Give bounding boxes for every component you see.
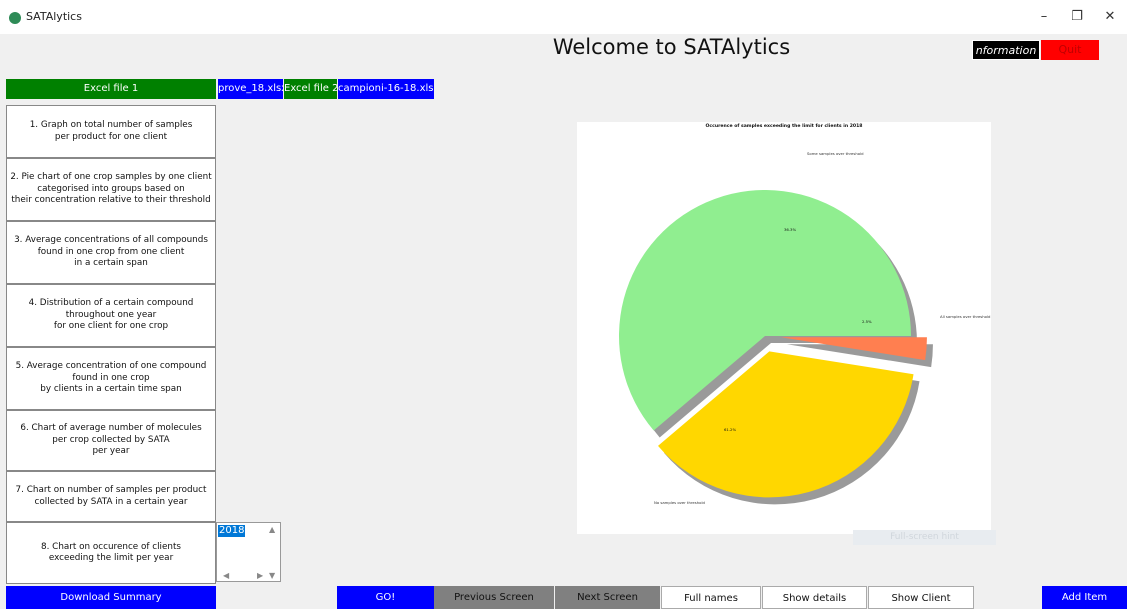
scroll-up-icon[interactable]: ▲: [269, 525, 275, 534]
next-screen-button[interactable]: Next Screen: [555, 586, 660, 609]
go-button[interactable]: GO!: [337, 586, 434, 609]
slice-label-all: All samples over threshold: [940, 314, 991, 319]
information-button[interactable]: nformation: [972, 40, 1040, 60]
chart-menu: 1. Graph on total number of samples per …: [6, 105, 216, 584]
scroll-left-icon[interactable]: ◀: [223, 571, 229, 580]
app-logo-icon: [9, 12, 21, 24]
minimize-icon[interactable]: –: [1030, 6, 1058, 28]
close-icon[interactable]: ✕: [1096, 6, 1124, 28]
excel-file-1-name: prove_18.xlsx: [218, 79, 283, 99]
pie-slice-all: [780, 337, 927, 361]
show-details-button[interactable]: Show details: [762, 586, 867, 609]
excel-file-1-button[interactable]: Excel file 1: [6, 79, 216, 99]
menu-item-7[interactable]: 7. Chart on number of samples per produc…: [6, 471, 216, 522]
fullscreen-hint: Full-screen hint: [853, 530, 996, 545]
year-option-selected[interactable]: 2018: [218, 525, 246, 537]
menu-item-3[interactable]: 3. Average concentrations of all compoun…: [6, 221, 216, 284]
menu-item-2[interactable]: 2. Pie chart of one crop samples by one …: [6, 158, 216, 221]
excel-file-2-name: campioni-16-18.xlsx: [338, 79, 434, 99]
scroll-right-icon[interactable]: ▶: [257, 571, 263, 580]
menu-item-8[interactable]: 8. Chart on occurence of clients exceedi…: [6, 522, 216, 584]
menu-item-5[interactable]: 5. Average concentration of one compound…: [6, 347, 216, 410]
slice-pct-all: 2.5%: [862, 319, 872, 324]
add-item-button[interactable]: Add Item: [1042, 586, 1127, 609]
download-summary-button[interactable]: Download Summary: [6, 586, 216, 609]
slice-pct-none: 61.2%: [724, 427, 737, 432]
excel-file-2-button[interactable]: Excel file 2: [284, 79, 337, 99]
slice-pct-some: 36.3%: [784, 227, 797, 232]
show-client-button[interactable]: Show Client: [868, 586, 974, 609]
full-names-button[interactable]: Full names: [661, 586, 761, 609]
pie-chart: [619, 190, 933, 505]
slice-label-none: No samples over threshold: [654, 500, 705, 505]
window-title: SATAlytics: [26, 10, 82, 23]
previous-screen-button[interactable]: Previous Screen: [434, 586, 554, 609]
scroll-down-icon[interactable]: ▼: [269, 571, 275, 580]
menu-item-1[interactable]: 1. Graph on total number of samples per …: [6, 105, 216, 158]
maximize-icon[interactable]: ❐: [1063, 6, 1091, 28]
slice-label-some: Some samples over threshold: [807, 151, 864, 156]
quit-button[interactable]: Quit: [1041, 40, 1099, 60]
title-bar: [0, 0, 1127, 34]
menu-item-6[interactable]: 6. Chart of average number of molecules …: [6, 410, 216, 471]
page-title: Welcome to SATAlytics: [552, 35, 791, 59]
menu-item-4[interactable]: 4. Distribution of a certain compound th…: [6, 284, 216, 347]
